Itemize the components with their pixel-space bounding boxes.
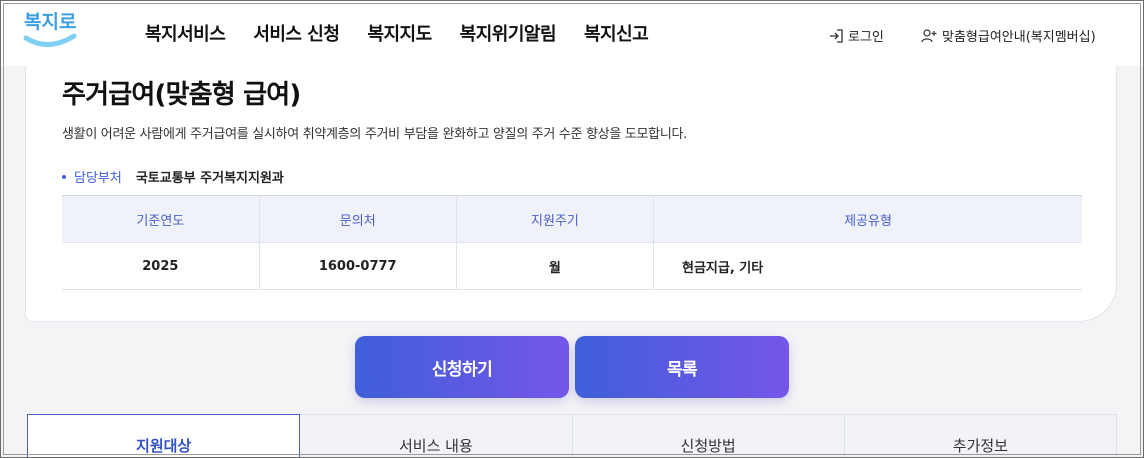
cell-provision-type: 현금지급, 기타 [653,242,1082,290]
table-header-row: 기준연도 문의처 지원주기 제공유형 [62,195,1082,243]
site-header: 복지로 복지서비스 서비스 신청 복지지도 복지위기알림 복지신고 로그인 맞춤… [0,0,1144,66]
service-description: 생활이 어려운 사람에게 주거급여를 실시하여 취약계층의 주거비 부담을 완화… [62,127,687,142]
nav-welfare-map[interactable]: 복지지도 [367,20,432,46]
cell-base-year: 2025 [62,242,260,290]
nav-service-apply[interactable]: 서비스 신청 [253,20,340,46]
main-nav: 복지서비스 서비스 신청 복지지도 복지위기알림 복지신고 [145,20,676,46]
nav-crisis-alert[interactable]: 복지위기알림 [460,20,557,46]
header-base-year: 기준연도 [62,195,260,243]
svg-text:복지로: 복지로 [24,11,76,33]
service-info-table: 기준연도 문의처 지원주기 제공유형 2025 1600-0777 월 현금지급… [62,195,1082,290]
list-button[interactable]: 목록 [575,336,789,398]
login-icon [830,28,843,43]
bokjiro-logo[interactable]: 복지로 [22,6,80,52]
header-provision-type: 제공유형 [653,195,1082,243]
tab-service-content[interactable]: 서비스 내용 [300,414,573,458]
bullet-dot [62,174,66,179]
department-info: 담당부처 국토교통부 주거복지지원과 [62,167,284,186]
cell-support-cycle: 월 [456,242,655,290]
department-value: 국토교통부 주거복지지원과 [135,171,284,186]
cell-contact: 1600-0777 [259,242,457,290]
tab-how-to-apply[interactable]: 신청방법 [572,414,845,458]
page-title: 주거급여(맞춤형 급여) [62,80,301,110]
membership-label: 맞춤형급여안내(복지멤버십) [942,30,1096,45]
user-plus-icon [921,28,937,42]
login-label: 로그인 [848,30,884,45]
tab-eligibility[interactable]: 지원대상 [27,414,301,458]
apply-button[interactable]: 신청하기 [355,336,569,398]
header-contact: 문의처 [259,195,457,243]
header-support-cycle: 지원주기 [456,195,655,243]
department-label: 담당부처 [74,171,122,186]
nav-welfare-report[interactable]: 복지신고 [584,20,649,46]
table-row: 2025 1600-0777 월 현금지급, 기타 [62,242,1082,290]
nav-welfare-services[interactable]: 복지서비스 [145,20,226,46]
membership-link[interactable]: 맞춤형급여안내(복지멤버십) [921,26,1096,45]
detail-tabs: 지원대상 서비스 내용 신청방법 추가정보 [27,414,1117,458]
login-link[interactable]: 로그인 [829,26,884,45]
tab-additional-info[interactable]: 추가정보 [844,414,1117,458]
